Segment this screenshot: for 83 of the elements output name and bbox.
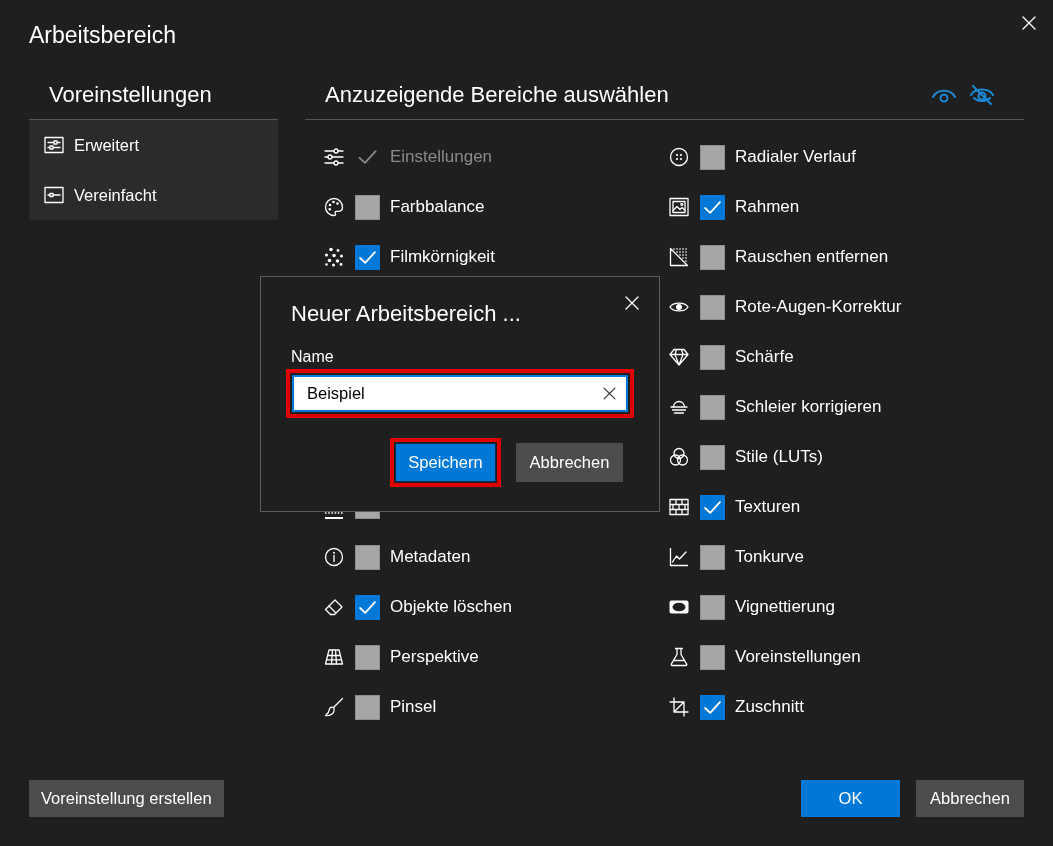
line-chart-icon <box>669 547 689 567</box>
checkbox[interactable] <box>700 644 725 670</box>
area-label: Zuschnitt <box>735 696 804 719</box>
checkbox[interactable] <box>355 244 380 270</box>
sliders-icon <box>324 147 344 167</box>
preset-item[interactable]: Vereinfacht <box>29 170 278 220</box>
checkbox[interactable] <box>700 394 725 420</box>
area-label: Rahmen <box>735 196 800 219</box>
checkbox[interactable] <box>700 444 725 470</box>
area-label: Voreinstellungen <box>735 646 861 669</box>
eye-icon[interactable] <box>931 87 957 103</box>
slider-panel-icon <box>44 185 64 205</box>
close-icon <box>625 296 639 310</box>
area-label: Objekte löschen <box>390 596 512 619</box>
dotted-lines-icon <box>324 512 344 519</box>
checkbox[interactable] <box>700 244 725 270</box>
grid-icon <box>324 647 344 667</box>
picture-icon <box>669 197 689 217</box>
circles-icon <box>669 447 689 467</box>
field-label: Name <box>290 347 335 367</box>
checkbox[interactable] <box>700 544 725 570</box>
area-label: Schleier korrigieren <box>735 396 882 419</box>
check-icon <box>704 200 721 214</box>
area-label: Schärfe <box>735 346 794 369</box>
fog-icon <box>669 400 689 414</box>
checkbox[interactable] <box>355 594 380 620</box>
ok-button[interactable]: OK <box>801 780 900 817</box>
eye-slash-icon[interactable] <box>969 85 995 105</box>
oval-icon <box>669 600 689 614</box>
brush-icon <box>324 697 344 717</box>
area-label: Einstellungen <box>390 146 493 169</box>
dots-icon <box>324 247 344 267</box>
diamond-icon <box>669 347 689 367</box>
area-label: Stile (LUTs) <box>735 446 823 469</box>
eye-icon <box>669 301 689 313</box>
area-label: Perspektive <box>390 646 479 669</box>
checkbox[interactable] <box>700 344 725 370</box>
section-heading: Anzuzeigende Bereiche auswählen <box>325 81 669 109</box>
dialog-title: Neuer Arbeitsbereich ... <box>290 300 521 328</box>
clear-icon[interactable] <box>603 387 616 400</box>
eraser-icon <box>324 597 344 617</box>
checkbox[interactable] <box>700 494 725 520</box>
section-heading: Voreinstellungen <box>49 82 212 107</box>
checkbox[interactable] <box>700 594 725 620</box>
checkbox[interactable] <box>700 294 725 320</box>
sliders-panel-icon <box>44 135 64 155</box>
palette-icon <box>324 197 344 217</box>
dotted-triangle-icon <box>669 247 689 267</box>
area-label: Pinsel <box>390 696 437 719</box>
area-label: Farbbalance <box>390 196 485 219</box>
brick-wall-icon <box>669 497 689 517</box>
checkbox[interactable] <box>355 194 380 220</box>
checkbox[interactable] <box>355 544 380 570</box>
area-label: Tonkurve <box>735 546 804 569</box>
name-field[interactable]: Beispiel <box>292 375 628 412</box>
flask-icon <box>669 647 689 667</box>
cancel-button[interactable]: Abbrechen <box>516 443 623 482</box>
area-label: Rauschen entfernen <box>735 246 889 269</box>
check-icon <box>704 500 721 514</box>
create-preset-button[interactable]: Voreinstellung erstellen <box>29 780 224 817</box>
close-icon <box>1022 16 1036 30</box>
info-icon <box>324 547 344 567</box>
checkbox[interactable] <box>355 694 380 720</box>
checkbox[interactable] <box>700 694 725 720</box>
check-icon <box>359 600 376 614</box>
window-title: Arbeitsbereich <box>29 21 177 50</box>
area-label: Texturen <box>735 496 801 519</box>
area-label: Radialer Verlauf <box>735 146 856 169</box>
save-button[interactable]: Speichern <box>395 443 496 482</box>
area-label: Metadaten <box>390 546 471 569</box>
checkbox[interactable] <box>355 512 380 519</box>
area-label: Rote-Augen-Korrektur <box>735 296 902 319</box>
area-label: Filmkörnigkeit <box>390 246 495 269</box>
cancel-button[interactable]: Abbrechen <box>916 780 1024 817</box>
checkbox[interactable] <box>700 194 725 220</box>
check-icon <box>704 700 721 714</box>
area-label: Vignettierung <box>735 596 835 619</box>
checkbox[interactable] <box>700 144 725 170</box>
crop-icon <box>669 697 689 717</box>
dotted-circle-icon <box>669 147 689 167</box>
checkbox[interactable] <box>355 644 380 670</box>
preset-item[interactable]: Erweitert <box>29 120 278 170</box>
check-icon <box>359 250 376 264</box>
